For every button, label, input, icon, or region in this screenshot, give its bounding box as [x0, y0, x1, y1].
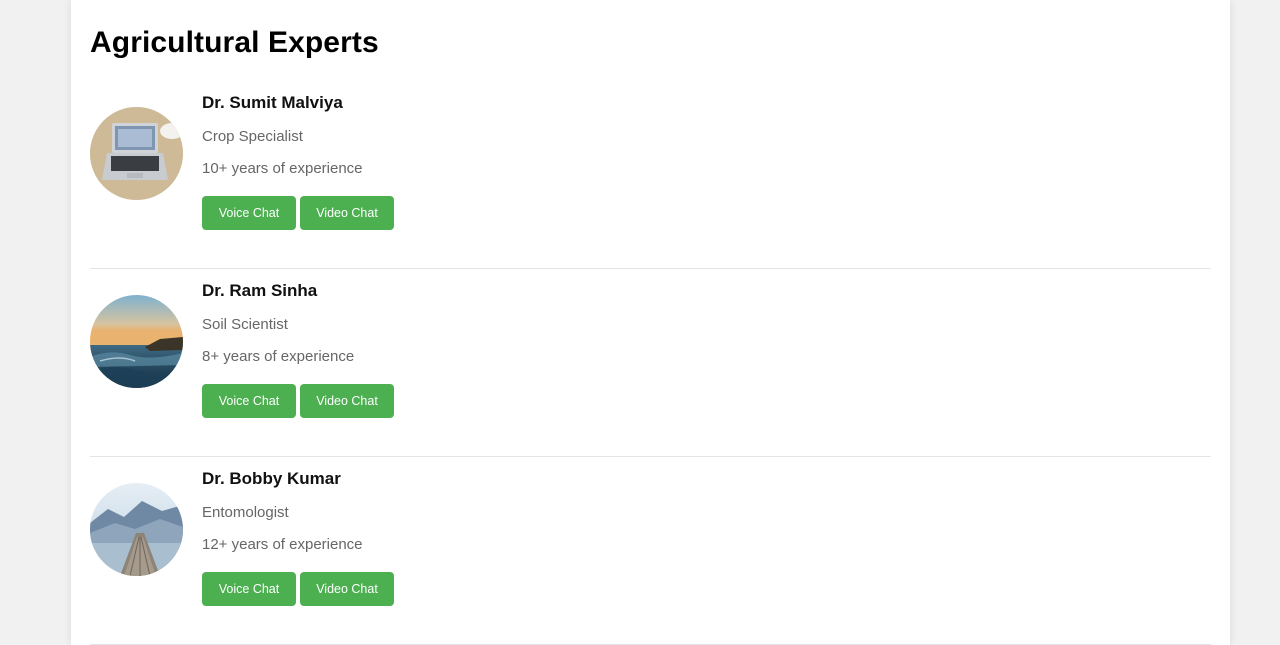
voice-chat-button[interactable]: Voice Chat — [202, 384, 296, 418]
ocean-sunset-photo-icon — [90, 295, 183, 388]
expert-experience: 12+ years of experience — [202, 536, 363, 553]
expert-experience: 10+ years of experience — [202, 160, 363, 177]
expert-name: Dr. Sumit Malviya — [202, 93, 343, 112]
laptop-photo-icon — [90, 107, 183, 200]
expert-card: Dr. Bobby Kumar Entomologist 12+ years o… — [90, 457, 1211, 645]
page-title: Agricultural Experts — [90, 26, 379, 59]
expert-specialty: Soil Scientist — [202, 316, 288, 333]
voice-chat-button[interactable]: Voice Chat — [202, 572, 296, 606]
expert-name: Dr. Ram Sinha — [202, 281, 318, 300]
expert-actions: Voice Chat Video Chat — [202, 384, 394, 418]
expert-card: Dr. Ram Sinha Soil Scientist 8+ years of… — [90, 269, 1211, 457]
expert-actions: Voice Chat Video Chat — [202, 196, 394, 230]
video-chat-button[interactable]: Video Chat — [300, 384, 394, 418]
expert-name: Dr. Bobby Kumar — [202, 469, 341, 488]
expert-experience: 8+ years of experience — [202, 348, 355, 365]
expert-list: Dr. Sumit Malviya Crop Specialist 10+ ye… — [90, 81, 1211, 645]
expert-actions: Voice Chat Video Chat — [202, 572, 394, 606]
video-chat-button[interactable]: Video Chat — [300, 196, 394, 230]
expert-card: Dr. Sumit Malviya Crop Specialist 10+ ye… — [90, 81, 1211, 269]
experts-panel: Agricultural Experts Dr. Sumit Malviya C… — [71, 0, 1230, 645]
video-chat-button[interactable]: Video Chat — [300, 572, 394, 606]
voice-chat-button[interactable]: Voice Chat — [202, 196, 296, 230]
expert-specialty: Crop Specialist — [202, 128, 303, 145]
mountain-pier-photo-icon — [90, 483, 183, 576]
expert-specialty: Entomologist — [202, 504, 289, 521]
